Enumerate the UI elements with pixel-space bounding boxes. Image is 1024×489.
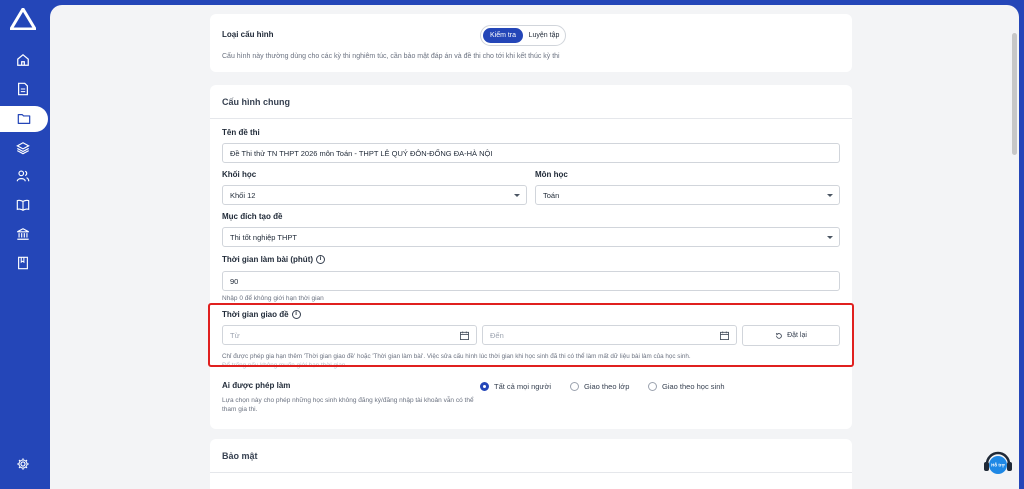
users-icon (16, 170, 30, 182)
duration-value: 90 (230, 276, 239, 286)
subject-label: Môn học (535, 170, 568, 179)
duration-label: Thời gian làm bài (phút) i (222, 255, 326, 265)
layers-icon (16, 142, 30, 155)
general-section-title: Cấu hình chung (222, 97, 290, 107)
sidebar-item-folder[interactable] (0, 106, 48, 132)
assign-time-label: Thời gian giao đề i (222, 310, 301, 320)
who-label: Ai được phép làm (222, 381, 291, 390)
section-divider (210, 118, 852, 119)
config-type-toggle[interactable]: Kiểm tra Luyện tập (480, 25, 566, 46)
sidebar-item-library[interactable] (8, 193, 38, 217)
radio-all-users[interactable]: Tất cả mọi người (480, 382, 551, 391)
grade-select[interactable]: Khối 12 (222, 185, 527, 205)
duration-hint: Nhập 0 để không giới hạn thời gian (222, 295, 324, 302)
subject-value: Toán (543, 190, 560, 200)
config-type-hint: Cấu hình này thường dùng cho các kỳ thi … (222, 53, 560, 60)
chevron-down-icon (514, 194, 520, 197)
exam-name-label: Tên đề thi (222, 128, 260, 137)
support-chat-button[interactable]: Hỗ trợ (982, 449, 1014, 479)
radio-dot[interactable] (570, 382, 579, 391)
sidebar-item-notebook[interactable] (8, 251, 38, 275)
security-card: Bảo mật (210, 439, 852, 489)
sidebar-item-institution[interactable] (8, 222, 38, 246)
purpose-label: Mục đích tạo đề (222, 212, 283, 221)
radio-dot[interactable] (648, 382, 657, 391)
assign-from-placeholder: Từ (230, 330, 240, 340)
assign-to-input[interactable]: Đến (482, 325, 737, 345)
sidebar-item-layers[interactable] (8, 136, 38, 160)
bank-icon (17, 228, 29, 240)
sidebar (0, 0, 48, 489)
book-open-icon (16, 199, 30, 211)
calendar-icon[interactable] (720, 331, 729, 340)
sidebar-item-home[interactable] (8, 48, 38, 72)
reset-button[interactable]: Đặt lại (742, 325, 840, 346)
config-type-card: Loại cấu hình Kiểm tra Luyện tập Cấu hìn… (210, 14, 852, 72)
assign-hint: Chỉ được phép gia hạn thêm 'Thời gian gi… (222, 353, 691, 360)
reset-label: Đặt lại (787, 332, 807, 339)
home-icon (17, 53, 29, 66)
assign-from-input[interactable]: Từ (222, 325, 477, 345)
radio-label: Giao theo lớp (584, 382, 630, 391)
support-label: Hỗ trợ (991, 462, 1005, 468)
radio-label: Giao theo học sinh (662, 382, 725, 391)
chevron-down-icon (827, 236, 833, 239)
toggle-option-luyen-tap[interactable]: Luyện tập (525, 28, 563, 43)
exam-name-input[interactable]: Đề Thi thử TN THPT 2026 môn Toán - THPT … (222, 143, 840, 163)
who-hint-line1: Lựa chọn này cho phép những học sinh khô… (222, 397, 474, 404)
exam-name-value: Đề Thi thử TN THPT 2026 môn Toán - THPT … (230, 148, 493, 158)
radio-dot-selected[interactable] (480, 382, 489, 391)
subject-select[interactable]: Toán (535, 185, 840, 205)
assign-hint-secondary: Để trống nếu không muốn giới hạn thời gi… (222, 362, 346, 369)
assign-time-label-text: Thời gian giao đề (222, 310, 289, 319)
assign-to-placeholder: Đến (490, 330, 504, 340)
purpose-select[interactable]: Thi tốt nghiệp THPT (222, 227, 840, 247)
grade-value: Khối 12 (230, 190, 256, 200)
radio-label: Tất cả mọi người (494, 382, 552, 391)
sidebar-item-settings[interactable] (8, 452, 38, 476)
scrollbar[interactable] (1012, 33, 1017, 155)
radio-by-class[interactable]: Giao theo lớp (570, 382, 629, 391)
info-icon[interactable]: i (316, 255, 326, 265)
folder-icon (17, 114, 31, 124)
main-content: Loại cấu hình Kiểm tra Luyện tập Cấu hìn… (50, 5, 1019, 489)
gear-icon (17, 458, 29, 470)
calendar-icon[interactable] (460, 331, 469, 340)
reset-icon (776, 332, 782, 339)
document-icon (18, 82, 28, 96)
who-hint-line2: tham gia thi. (222, 406, 258, 413)
section-divider (210, 472, 852, 473)
chevron-down-icon (827, 194, 833, 197)
security-section-title: Bảo mật (222, 451, 258, 461)
purpose-value: Thi tốt nghiệp THPT (230, 232, 297, 242)
grade-label: Khối học (222, 170, 257, 179)
toggle-option-kiem-tra[interactable]: Kiểm tra (483, 28, 523, 43)
notebook-icon (18, 256, 28, 270)
general-config-card: Cấu hình chung Tên đề thi Đề Thi thử TN … (210, 85, 852, 429)
sidebar-item-documents[interactable] (8, 77, 38, 101)
duration-label-text: Thời gian làm bài (phút) (222, 255, 314, 264)
radio-by-student[interactable]: Giao theo học sinh (648, 382, 725, 391)
info-icon[interactable]: i (291, 310, 301, 320)
config-type-label: Loại cấu hình (222, 30, 274, 39)
duration-input[interactable]: 90 (222, 271, 840, 291)
app-logo[interactable] (10, 8, 36, 30)
sidebar-item-users[interactable] (8, 164, 38, 188)
